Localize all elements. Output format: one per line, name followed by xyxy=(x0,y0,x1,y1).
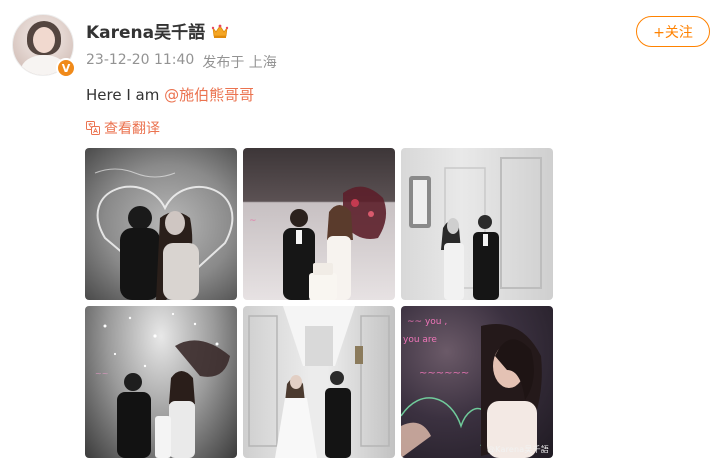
svg-text:~~: ~~ xyxy=(95,369,108,378)
mention-link[interactable]: @施伯熊哥哥 xyxy=(164,86,254,104)
photo-3[interactable] xyxy=(401,148,553,300)
svg-text:you are: you are xyxy=(403,335,437,345)
photo-6[interactable]: ~~ you , you are ~~~~~~ @Karena吴千語 xyxy=(401,306,553,458)
post-meta: 23-12-20 11:40 发布于 上海 xyxy=(86,52,277,72)
photo-1-scene xyxy=(94,168,234,300)
photo-4[interactable]: ~~ xyxy=(85,306,237,458)
svg-text:~~~~~~: ~~~~~~ xyxy=(419,368,469,379)
username-row: Karena吴千語 xyxy=(86,18,229,43)
photo-2[interactable]: ~ xyxy=(243,148,395,300)
translate-label: 查看翻译 xyxy=(104,121,160,137)
photo-4-scene: ~~ xyxy=(95,312,230,458)
post-timestamp[interactable]: 23-12-20 11:40 xyxy=(86,52,194,72)
post-text: Here I am @施伯熊哥哥 xyxy=(86,84,254,105)
follow-button[interactable]: +关注 xyxy=(636,16,710,47)
avatar-container[interactable]: V xyxy=(12,14,76,78)
avatar-face xyxy=(33,27,55,53)
post-location: 发布于 上海 xyxy=(202,55,277,71)
post-text-body: Here I am xyxy=(86,86,165,104)
username[interactable]: Karena吴千語 xyxy=(86,18,205,43)
photo-1[interactable] xyxy=(85,148,237,300)
translate-link[interactable]: 查看翻译 xyxy=(86,118,160,138)
photo-5-scene xyxy=(248,306,390,458)
photo-watermark: @Karena吴千語 xyxy=(486,445,549,454)
photo-6-scene: ~~ you , you are ~~~~~~ xyxy=(401,317,542,458)
photo-3-scene xyxy=(409,157,542,300)
translate-icon xyxy=(86,121,100,135)
photo-grid: ~ ~~ ~~ you , you are ~~~~~~ @Karena吴千語 xyxy=(85,148,553,460)
svg-text:~~ you ,: ~~ you , xyxy=(407,317,447,327)
photo-2-scene: ~ xyxy=(249,186,387,300)
photo-5[interactable] xyxy=(243,306,395,458)
crown-icon xyxy=(211,24,229,38)
svg-text:~: ~ xyxy=(249,216,257,226)
verified-badge-icon: V xyxy=(56,58,76,78)
